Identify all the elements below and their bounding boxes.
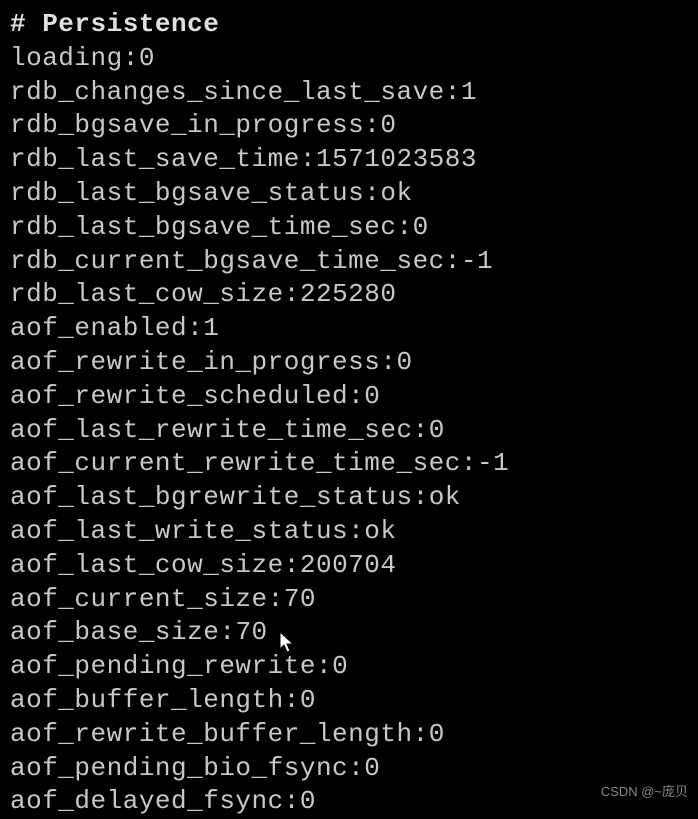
info-value: -1 <box>461 246 493 276</box>
info-value: 0 <box>429 415 445 445</box>
separator: : <box>348 753 364 783</box>
info-line: aof_rewrite_buffer_length:0 <box>10 718 688 752</box>
info-value: ok <box>380 178 412 208</box>
separator: : <box>413 415 429 445</box>
info-line: aof_last_cow_size:200704 <box>10 549 688 583</box>
info-key: aof_last_cow_size <box>10 550 284 580</box>
info-value: 0 <box>364 381 380 411</box>
info-key: aof_rewrite_scheduled <box>10 381 348 411</box>
info-value: 0 <box>139 43 155 73</box>
info-line: rdb_bgsave_in_progress:0 <box>10 109 688 143</box>
info-key: rdb_last_save_time <box>10 144 300 174</box>
separator: : <box>445 246 461 276</box>
info-line: aof_last_write_status:ok <box>10 515 688 549</box>
info-key: rdb_last_bgsave_status <box>10 178 364 208</box>
info-key: aof_last_rewrite_time_sec <box>10 415 413 445</box>
info-key: aof_current_size <box>10 584 268 614</box>
info-line: rdb_changes_since_last_save:1 <box>10 76 688 110</box>
watermark-text: CSDN @~庞贝 <box>601 784 688 801</box>
info-line: aof_last_bgrewrite_status:ok <box>10 481 688 515</box>
info-value: -1 <box>477 448 509 478</box>
info-line: aof_rewrite_in_progress:0 <box>10 346 688 380</box>
separator: : <box>284 550 300 580</box>
info-line: rdb_current_bgsave_time_sec:-1 <box>10 245 688 279</box>
info-line: loading:0 <box>10 42 688 76</box>
info-value: 70 <box>284 584 316 614</box>
separator: : <box>364 110 380 140</box>
info-value: 0 <box>396 347 412 377</box>
info-key: rdb_changes_since_last_save <box>10 77 445 107</box>
info-line: rdb_last_cow_size:225280 <box>10 278 688 312</box>
info-key: aof_base_size <box>10 617 219 647</box>
info-value: ok <box>429 482 461 512</box>
info-key: rdb_current_bgsave_time_sec <box>10 246 445 276</box>
info-value: 200704 <box>300 550 397 580</box>
info-value: 0 <box>332 651 348 681</box>
info-key: aof_current_rewrite_time_sec <box>10 448 461 478</box>
separator: : <box>413 719 429 749</box>
separator: : <box>284 786 300 816</box>
info-line: aof_current_rewrite_time_sec:-1 <box>10 447 688 481</box>
info-value: 1571023583 <box>316 144 477 174</box>
separator: : <box>284 685 300 715</box>
info-line: aof_buffer_length:0 <box>10 684 688 718</box>
info-value: ok <box>364 516 396 546</box>
terminal-output: # Persistence loading:0rdb_changes_since… <box>10 8 688 819</box>
separator: : <box>348 381 364 411</box>
info-key: aof_enabled <box>10 313 187 343</box>
info-value: 0 <box>364 753 380 783</box>
persistence-info-lines: loading:0rdb_changes_since_last_save:1rd… <box>10 42 688 819</box>
info-line: aof_last_rewrite_time_sec:0 <box>10 414 688 448</box>
separator: : <box>316 651 332 681</box>
separator: : <box>461 448 477 478</box>
info-line: aof_base_size:70 <box>10 616 688 650</box>
separator: : <box>187 313 203 343</box>
separator: : <box>413 482 429 512</box>
separator: : <box>445 77 461 107</box>
info-value: 70 <box>235 617 267 647</box>
separator: : <box>300 144 316 174</box>
info-line: aof_pending_bio_fsync:0 <box>10 752 688 786</box>
info-line: aof_delayed_fsync:0 <box>10 785 688 819</box>
info-line: rdb_last_bgsave_status:ok <box>10 177 688 211</box>
info-value: 0 <box>380 110 396 140</box>
info-key: aof_last_write_status <box>10 516 348 546</box>
info-value: 0 <box>300 786 316 816</box>
info-line: rdb_last_bgsave_time_sec:0 <box>10 211 688 245</box>
info-key: rdb_bgsave_in_progress <box>10 110 364 140</box>
separator: : <box>268 584 284 614</box>
separator: : <box>348 516 364 546</box>
separator: : <box>380 347 396 377</box>
info-key: aof_last_bgrewrite_status <box>10 482 413 512</box>
info-key: aof_pending_bio_fsync <box>10 753 348 783</box>
info-key: rdb_last_cow_size <box>10 279 284 309</box>
info-line: aof_enabled:1 <box>10 312 688 346</box>
info-key: loading <box>10 43 123 73</box>
separator: : <box>219 617 235 647</box>
separator: : <box>284 279 300 309</box>
info-value: 0 <box>300 685 316 715</box>
info-key: aof_rewrite_in_progress <box>10 347 380 377</box>
info-line: aof_rewrite_scheduled:0 <box>10 380 688 414</box>
info-line: rdb_last_save_time:1571023583 <box>10 143 688 177</box>
separator: : <box>396 212 412 242</box>
info-key: rdb_last_bgsave_time_sec <box>10 212 396 242</box>
separator: : <box>364 178 380 208</box>
info-value: 0 <box>413 212 429 242</box>
info-key: aof_delayed_fsync <box>10 786 284 816</box>
info-value: 1 <box>203 313 219 343</box>
info-line: aof_current_size:70 <box>10 583 688 617</box>
info-key: aof_pending_rewrite <box>10 651 316 681</box>
info-line: aof_pending_rewrite:0 <box>10 650 688 684</box>
info-key: aof_rewrite_buffer_length <box>10 719 413 749</box>
info-key: aof_buffer_length <box>10 685 284 715</box>
info-value: 225280 <box>300 279 397 309</box>
separator: : <box>123 43 139 73</box>
section-header: # Persistence <box>10 8 688 42</box>
info-value: 1 <box>461 77 477 107</box>
info-value: 0 <box>429 719 445 749</box>
